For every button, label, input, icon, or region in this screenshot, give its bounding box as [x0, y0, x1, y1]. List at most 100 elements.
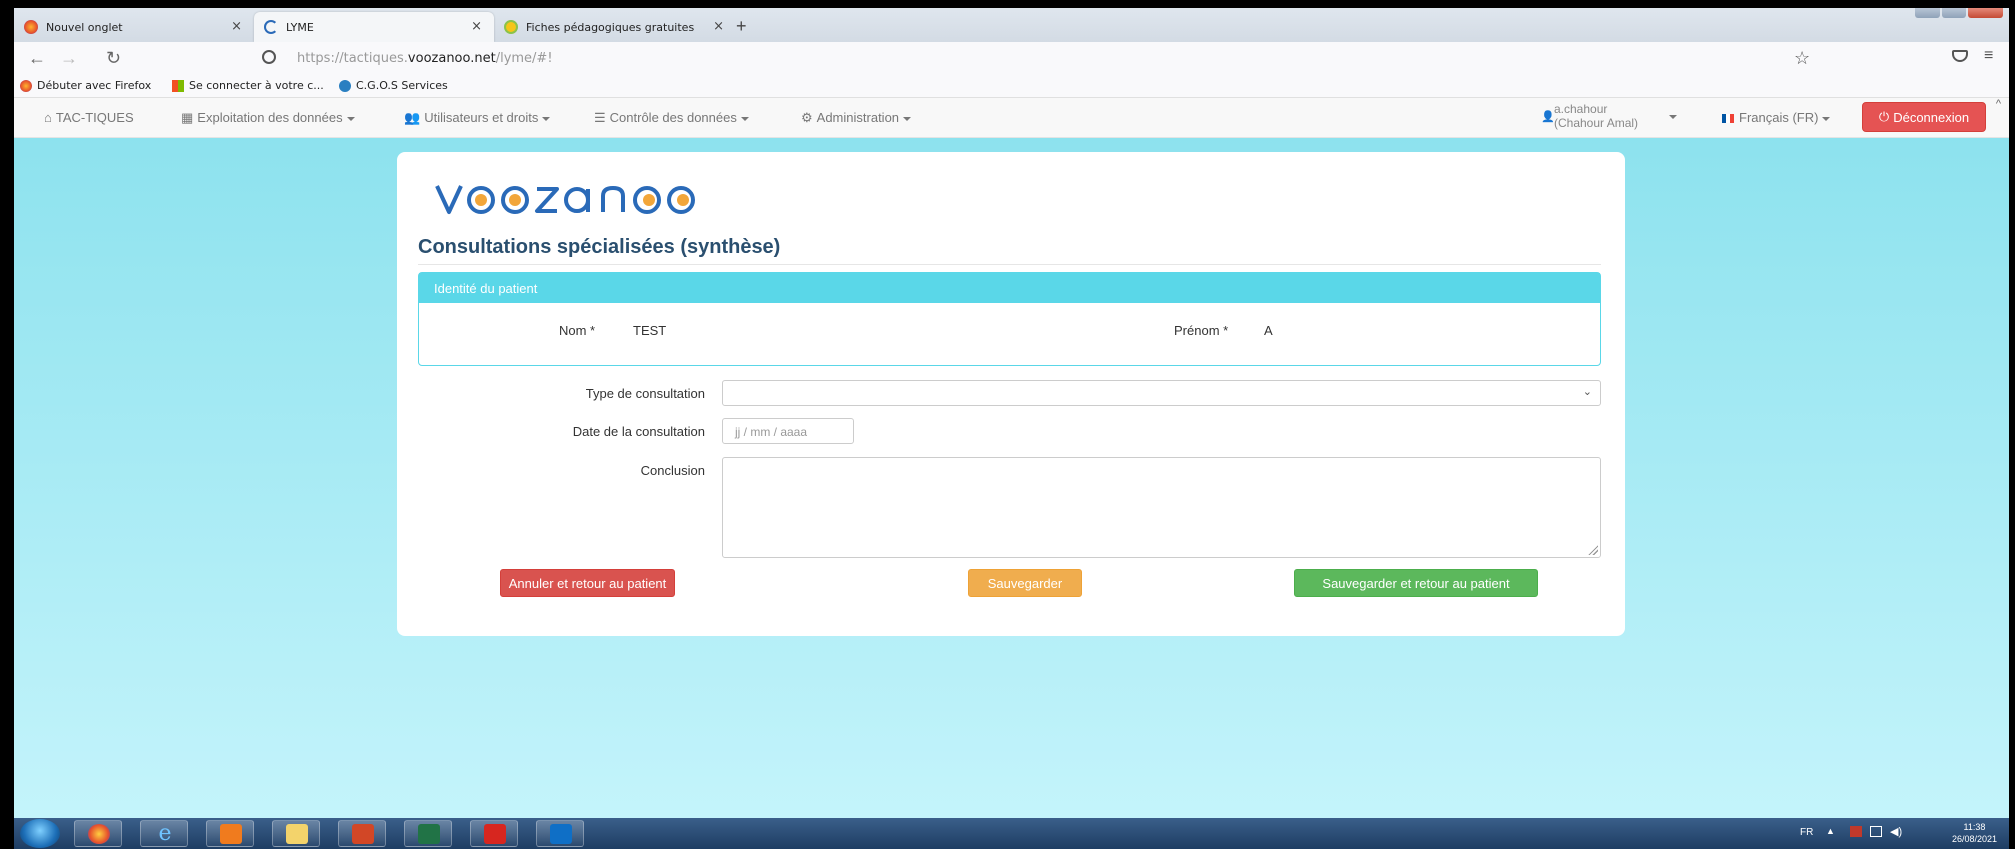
close-icon[interactable]: ×	[471, 19, 482, 34]
taskbar-ie[interactable]: e	[140, 820, 188, 847]
power-icon: ⏻	[1878, 109, 1890, 124]
outlook-icon	[550, 824, 572, 844]
caret-icon	[740, 116, 749, 121]
home-icon: ⌂	[44, 110, 52, 125]
caret-icon	[346, 116, 355, 121]
save-return-button[interactable]: Sauvegarder et retour au patient	[1294, 569, 1538, 597]
forward-icon[interactable]: →	[60, 48, 78, 69]
panel-title: Identité du patient	[419, 273, 1600, 303]
nav-label: Exploitation des données	[197, 110, 343, 125]
shield-icon[interactable]	[262, 50, 276, 64]
maximize-button[interactable]	[1941, 8, 1967, 18]
cancel-return-button[interactable]: Annuler et retour au patient	[500, 569, 675, 597]
user-fullname: (Chahour Amal)	[1554, 116, 1639, 130]
logout-label: Déconnexion	[1893, 109, 1970, 125]
new-tab-button[interactable]: +	[736, 16, 747, 37]
flag-fr-icon	[1722, 114, 1734, 124]
language-menu[interactable]: Français (FR)	[1722, 110, 1831, 125]
prenom-label: Prénom *	[1174, 323, 1229, 338]
start-button[interactable]	[20, 819, 60, 848]
logo-graphic	[435, 185, 695, 214]
bookmark-cgos[interactable]: C.G.O.S Services	[339, 79, 448, 92]
screen: Nouvel onglet × LYME × Fiches pédagogiqu…	[0, 0, 2015, 849]
bookmarks-bar: Débuter avec Firefox Se connecter à votr…	[14, 76, 2009, 98]
tab-label: Nouvel onglet	[46, 20, 123, 34]
nav-controle[interactable]: ☰ Contrôle des données	[594, 110, 749, 126]
pocket-icon[interactable]	[1952, 50, 1968, 62]
close-icon[interactable]: ×	[231, 19, 242, 34]
tray-expand-icon[interactable]: ▲	[1826, 826, 1835, 836]
bookmark-star-icon[interactable]: ☆	[1794, 48, 1810, 69]
flag-tray-icon[interactable]	[1850, 826, 1862, 837]
bookmark-label: Se connecter à votre c...	[189, 79, 324, 92]
reload-icon[interactable]: ↻	[106, 48, 121, 69]
bookmark-label: C.G.O.S Services	[356, 79, 448, 92]
resize-grip-icon[interactable]	[1588, 545, 1598, 555]
url-prefix: https://tactiques.	[297, 51, 408, 66]
taskbar-excel[interactable]	[404, 820, 452, 847]
taskbar-media[interactable]	[206, 820, 254, 847]
language-label: Français (FR)	[1739, 110, 1819, 125]
scrollbar[interactable]	[1997, 138, 2009, 818]
taskbar-explorer[interactable]	[272, 820, 320, 847]
window-controls	[1913, 8, 2003, 22]
conclusion-textarea[interactable]	[722, 457, 1601, 558]
nav-label: Contrôle des données	[609, 110, 737, 125]
hamburger-menu-icon[interactable]: ≡	[1984, 47, 1993, 65]
nav-administration[interactable]: ⚙ Administration	[801, 110, 912, 126]
nav-exploitation[interactable]: ▦ Exploitation des données	[181, 110, 355, 126]
conclusion-label: Conclusion	[640, 463, 705, 478]
nav-home-label: TAC-TIQUES	[55, 110, 134, 125]
nav-label: Administration	[816, 110, 900, 125]
url-domain: voozanoo.net	[407, 51, 496, 66]
taskbar-outlook[interactable]	[536, 820, 584, 847]
excel-icon	[418, 824, 440, 844]
taskbar-powerpoint[interactable]	[338, 820, 386, 847]
chevron-down-icon: ⌄	[1582, 386, 1592, 398]
patient-identity-panel: Identité du patient Nom * TEST Prénom * …	[418, 272, 1601, 366]
caret-icon	[903, 116, 912, 121]
tray-language[interactable]: FR	[1800, 827, 1813, 838]
bookmark-label: Débuter avec Firefox	[37, 79, 152, 92]
back-icon[interactable]: ←	[28, 48, 46, 69]
url-bar[interactable]: https://tactiques.voozanoo.net/lyme/#!	[297, 51, 553, 66]
caret-icon[interactable]	[1669, 115, 1677, 119]
window-close-button[interactable]	[1968, 8, 2003, 18]
bookmark-firefox[interactable]: Débuter avec Firefox	[20, 79, 151, 92]
url-suffix: /lyme/#!	[495, 51, 553, 66]
table-icon: ▦	[181, 110, 194, 125]
tray-clock[interactable]: 11:38 26/08/2021	[1952, 821, 1997, 845]
type-consultation-label: Type de consultation	[585, 386, 705, 401]
tab-lyme[interactable]: LYME ×	[254, 12, 494, 42]
close-icon[interactable]: ×	[713, 19, 724, 34]
acrobat-icon	[484, 824, 506, 844]
tab-bar: Nouvel onglet × LYME × Fiches pédagogiqu…	[14, 8, 2009, 42]
taskbar-firefox[interactable]	[74, 820, 122, 847]
tab-new-tab[interactable]: Nouvel onglet ×	[14, 12, 254, 42]
bookmark-microsoft[interactable]: Se connecter à votre c...	[172, 79, 324, 92]
user-icon: 👤	[1541, 111, 1555, 123]
cgos-icon	[339, 79, 351, 92]
firefox-icon	[20, 79, 32, 92]
microsoft-icon	[172, 79, 184, 92]
user-menu[interactable]: a.chahour (Chahour Amal)	[1554, 102, 1638, 130]
navigation-bar: ← → ↻ https://tactiques.voozanoo.net/lym…	[14, 42, 2009, 76]
nav-home[interactable]: ⌂ TAC-TIQUES	[44, 110, 134, 125]
date-consultation-input[interactable]: jj / mm / aaaa	[722, 418, 854, 444]
tab-fiches[interactable]: Fiches pédagogiques gratuites ×	[494, 12, 734, 42]
scroll-up-icon[interactable]: ^	[1996, 98, 2001, 110]
taskbar-acrobat[interactable]	[470, 820, 518, 847]
cogs-icon: ⚙	[801, 110, 813, 125]
nav-utilisateurs[interactable]: 👥 Utilisateurs et droits	[404, 110, 551, 126]
nom-value: TEST	[633, 323, 667, 338]
volume-icon[interactable]: ◀)	[1890, 825, 1902, 838]
firefox-icon	[24, 20, 38, 34]
logout-button[interactable]: ⏻ Déconnexion	[1862, 102, 1986, 132]
minimize-button[interactable]	[1915, 8, 1940, 18]
type-consultation-select[interactable]: ⌄	[722, 380, 1601, 406]
media-player-icon	[220, 824, 242, 844]
loading-icon	[264, 20, 278, 34]
network-icon[interactable]	[1870, 826, 1882, 837]
tab-label: Fiches pédagogiques gratuites	[526, 20, 695, 34]
save-button[interactable]: Sauvegarder	[968, 569, 1082, 597]
